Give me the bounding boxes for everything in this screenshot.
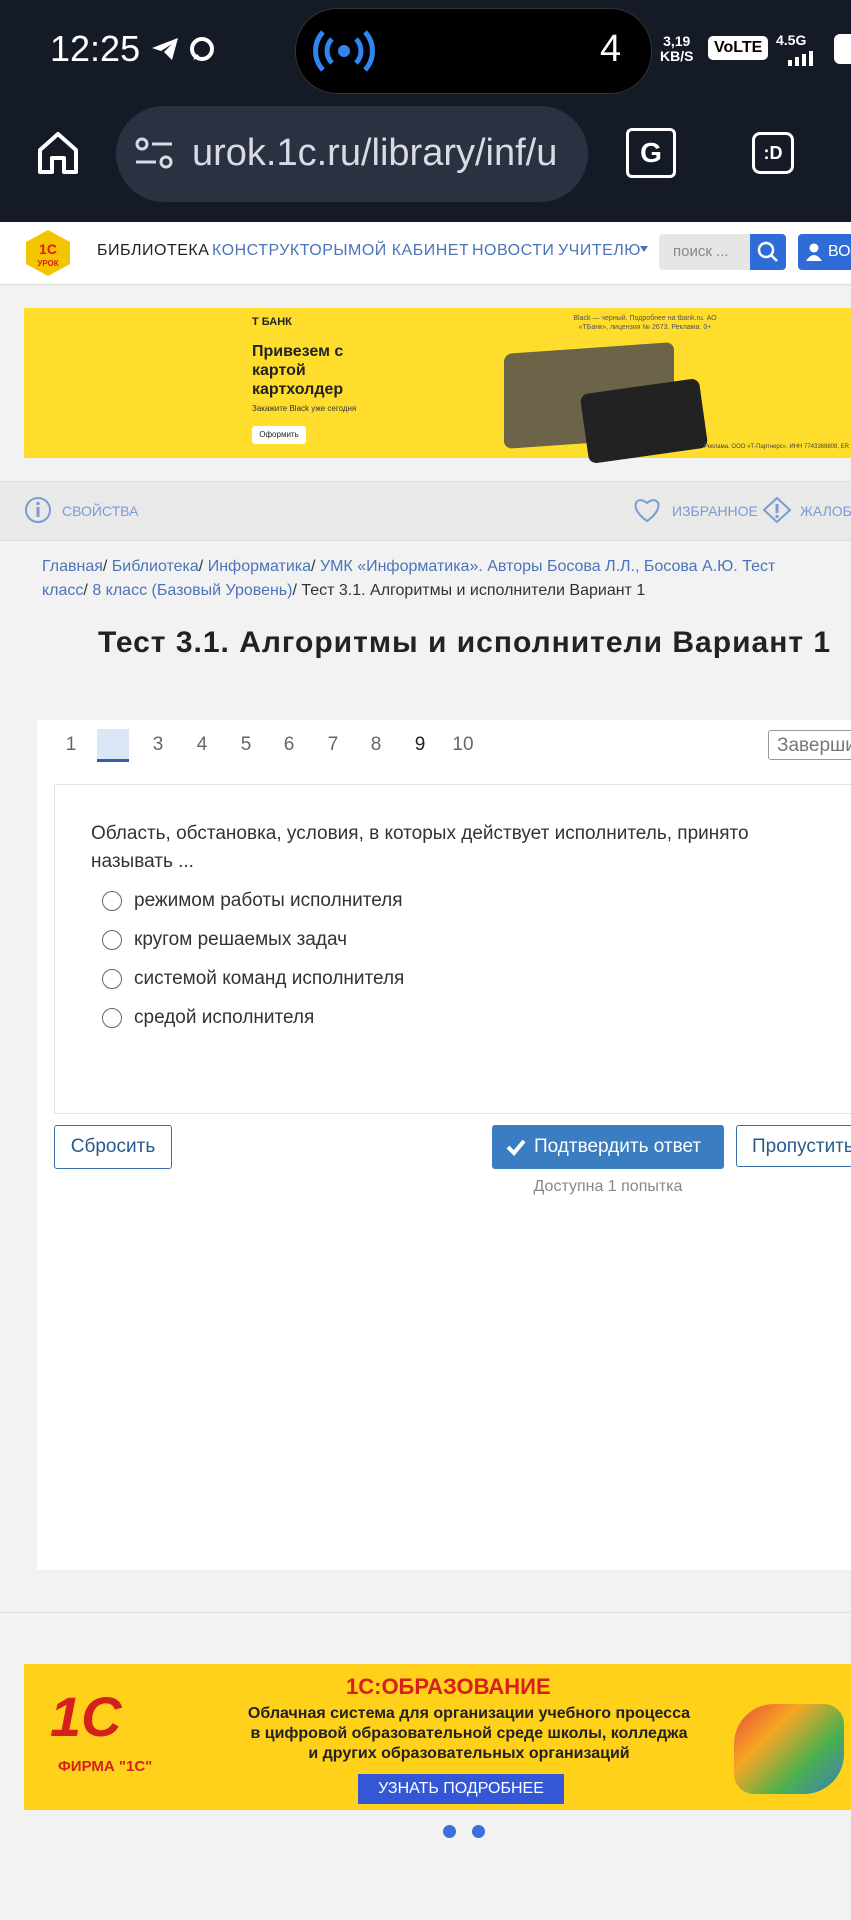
learn-more-button[interactable]: УЗНАТЬ ПОДРОБНЕЕ [358, 1774, 564, 1804]
heart-icon[interactable] [632, 496, 662, 524]
breadcrumb: Главная/ Библиотека/ Информатика/ УМК «И… [42, 558, 776, 599]
site-settings-icon[interactable] [134, 136, 174, 172]
breadcrumb-home[interactable]: Главная [42, 558, 103, 575]
breadcrumb-current: Тест 3.1. Алгоритмы и исполнители Вариан… [301, 582, 646, 599]
answer-option[interactable]: системой команд исполнителя [102, 968, 404, 990]
radio-button[interactable] [102, 1008, 122, 1028]
home-icon[interactable] [36, 130, 80, 176]
properties-link[interactable]: СВОЙСТВА [62, 503, 138, 519]
confirm-answer-button[interactable]: Подтвердить ответ [492, 1125, 724, 1169]
search-button[interactable] [750, 234, 786, 270]
search-icon [757, 241, 778, 262]
breadcrumb-umk-cont[interactable]: класс [42, 582, 83, 599]
question-number-9[interactable]: 9 [405, 734, 435, 756]
banner2-line2: в цифровой образовательной среде школы, … [250, 1725, 688, 1742]
login-label: ВО [828, 243, 851, 260]
radio-button[interactable] [102, 930, 122, 950]
ad-banner-1c-education[interactable]: 1С ФИРМА "1С" 1С:ОБРАЗОВАНИЕ Облачная си… [24, 1664, 851, 1810]
radio-button[interactable] [102, 891, 122, 911]
active-question-underline [97, 759, 129, 762]
breadcrumb-library[interactable]: Библиотека [112, 558, 199, 575]
question-number-1[interactable]: 1 [56, 734, 86, 756]
info-icon[interactable] [24, 496, 52, 524]
breadcrumb-grade[interactable]: 8 класс (Базовый Уровень) [92, 582, 292, 599]
ad-banner-tbank[interactable]: Т БАНК Привезем с картой картхолдер Зака… [24, 308, 851, 465]
firm-1c: ФИРМА "1С" [58, 1758, 153, 1775]
complaint-icon[interactable] [762, 496, 792, 524]
attempts-info: Доступна 1 попытка [533, 1178, 683, 1195]
nav-news[interactable]: НОВОСТИ [472, 242, 554, 260]
hotspot-icon [313, 30, 375, 72]
status-time: 12:25 [50, 28, 141, 69]
answer-option-label: режимом работы исполнителя [134, 890, 403, 911]
question-number-3[interactable]: 3 [143, 734, 173, 756]
telegram-icon [152, 38, 178, 60]
nav-constructors[interactable]: КОНСТРУКТОРЫ [212, 242, 348, 260]
answer-option-label: системой команд исполнителя [134, 968, 405, 989]
breadcrumb-umk[interactable]: УМК «Информатика». Авторы Босова Л.Л., Б… [320, 558, 775, 575]
reset-button[interactable]: Сбросить [54, 1125, 172, 1169]
answer-option[interactable]: режимом работы исполнителя [102, 890, 403, 912]
tbank-legal-top: Black — черный. Подробнее на tbank.ru. А… [573, 315, 717, 331]
tbank-legal-bottom: Реклама. ООО «Т-Партнерс», ИНН 774336980… [704, 444, 850, 450]
radio-button[interactable] [102, 969, 122, 989]
chevron-down-icon [640, 246, 648, 252]
divider [0, 1612, 851, 1613]
checkmark-icon [506, 1139, 526, 1156]
active-question-bg [97, 729, 129, 759]
logo-1c-urok[interactable]: 1С УРОК [24, 228, 72, 278]
question-number-8[interactable]: 8 [361, 734, 391, 756]
question-number-4[interactable]: 4 [187, 734, 217, 756]
nav-teacher[interactable]: УЧИТЕЛЮ [558, 242, 641, 260]
login-button[interactable]: ВО [798, 234, 851, 270]
logo-1c: 1С [50, 1685, 122, 1748]
url-text[interactable]: urok.1c.ru/library/inf/u [192, 132, 574, 175]
battery-icon [834, 34, 851, 64]
speed-value: 3,19 [663, 33, 691, 49]
extension-icon[interactable]: :D [752, 132, 794, 174]
confirm-label: Подтвердить ответ [534, 1136, 702, 1157]
answer-option[interactable]: средой исполнителя [102, 1007, 314, 1029]
svg-text:УРОК: УРОК [37, 259, 58, 268]
complaint-link[interactable]: ЖАЛОБ [800, 503, 851, 519]
banner2-line1: Облачная система для организации учебног… [247, 1705, 691, 1722]
signal-icon [788, 51, 813, 66]
nav-cabinet[interactable]: МОЙ КАБИНЕТ [348, 242, 469, 260]
user-icon [806, 243, 822, 261]
question-text: Область, обстановка, условия, в которых … [91, 823, 749, 872]
carousel-dot-1[interactable] [443, 1825, 456, 1838]
favorites-link[interactable]: ИЗБРАННОЕ [672, 503, 758, 519]
volte-badge: VoLTE [708, 36, 769, 60]
answer-option[interactable]: кругом решаемых задач [102, 929, 347, 951]
question-number-5[interactable]: 5 [231, 734, 261, 756]
banner2-line3: и других образовательных организаций [308, 1745, 630, 1762]
question-number-7[interactable]: 7 [318, 734, 348, 756]
skip-button[interactable]: Пропустить [736, 1125, 851, 1167]
network-speed: 3,19 KB/S [660, 34, 693, 64]
chat-icon [190, 37, 214, 61]
banner2-title: 1С:ОБРАЗОВАНИЕ [346, 1674, 551, 1699]
question-number-6[interactable]: 6 [274, 734, 304, 756]
page-title: Тест 3.1. Алгоритмы и исполнители Вариан… [98, 626, 832, 659]
nav-library[interactable]: БИБЛИОТЕКА [97, 242, 209, 260]
pill-counter: 4 [600, 28, 622, 70]
black-card-image [579, 377, 709, 465]
tbank-sub: Закажите Black уже сегодня [252, 404, 357, 413]
finish-button[interactable]: Заверши [768, 730, 851, 760]
puzzle-image [734, 1704, 844, 1794]
network-type: 4.5G [776, 32, 807, 48]
question-number-10[interactable]: 10 [448, 734, 478, 756]
translate-icon[interactable]: G [626, 128, 676, 178]
answer-option-label: средой исполнителя [134, 1007, 315, 1028]
search-placeholder: поиск ... [673, 243, 729, 260]
tbank-order-button[interactable]: Оформить [252, 426, 306, 444]
tbank-headline: Привезем с картой картхолдер [252, 343, 344, 398]
search-input[interactable]: поиск ... [659, 234, 751, 270]
carousel-dot-2[interactable] [472, 1825, 485, 1838]
breadcrumb-informatics[interactable]: Информатика [208, 558, 311, 575]
svg-text:1С: 1С [39, 241, 57, 257]
answer-option-label: кругом решаемых задач [134, 929, 348, 950]
tbank-brand: Т БАНК [252, 316, 292, 328]
speed-unit: KB/S [660, 48, 694, 64]
